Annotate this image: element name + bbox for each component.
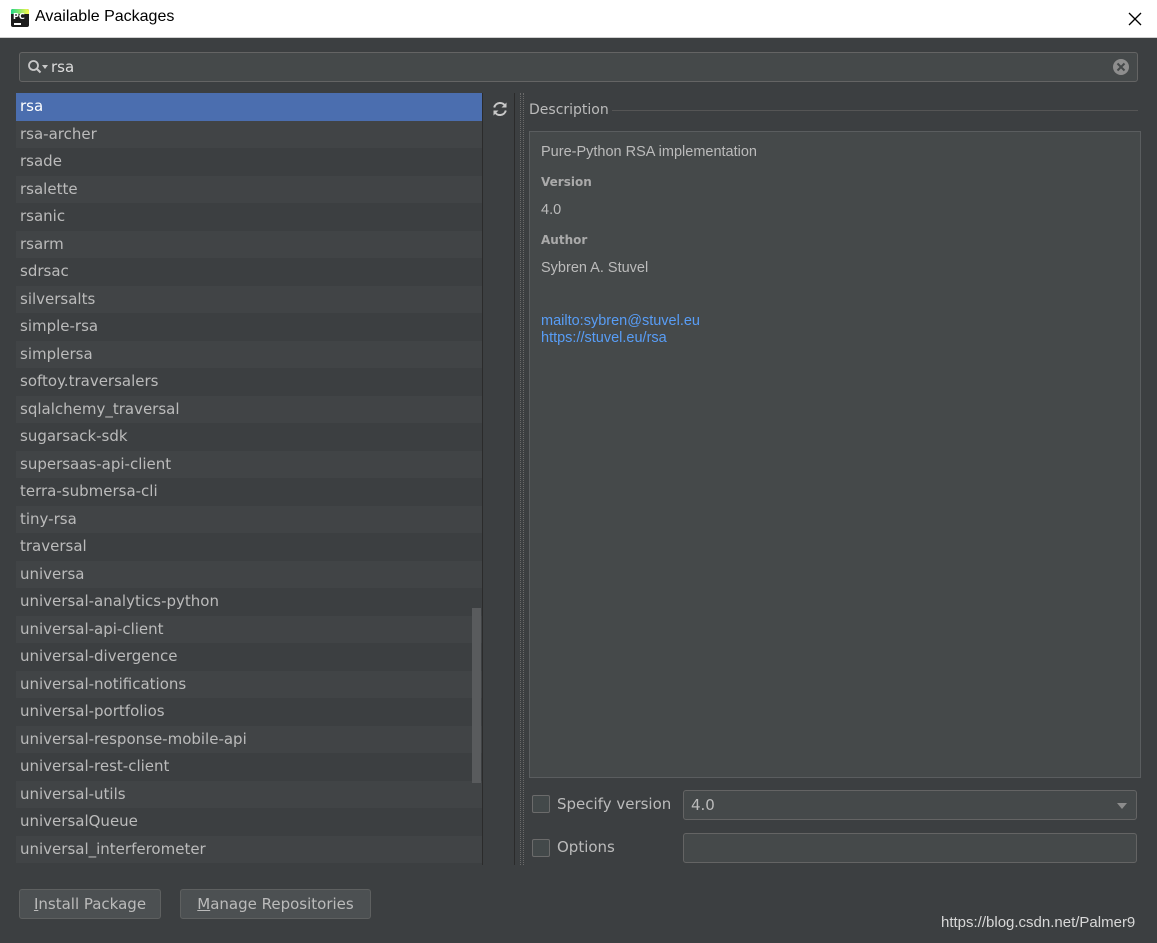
specify-version-label: Specify version (557, 795, 672, 813)
package-list-item[interactable]: softoy.traversalers (16, 368, 482, 396)
package-list-item[interactable]: supersaas-api-client (16, 450, 482, 478)
package-list-item[interactable]: sqlalchemy_traversal (16, 395, 482, 423)
watermark: https://blog.csdn.net/Palmer9 (941, 914, 1136, 931)
author-heading: Author (541, 233, 588, 247)
package-version: 4.0 (541, 202, 562, 218)
package-list-item[interactable]: rsa-archer (16, 120, 482, 148)
package-list-item[interactable]: universal-notifications (16, 670, 482, 698)
package-list-item[interactable]: universal-api-client (16, 615, 482, 643)
app-icon-text: PC (13, 12, 25, 21)
description-label: Description (529, 102, 609, 118)
package-list[interactable]: rsa rsa-archer rsade rsalette rsanic rsarm sdr… (16, 93, 483, 865)
package-list-item[interactable]: universal_interferometer (16, 835, 482, 863)
package-list-item[interactable]: universal-rest-client (16, 753, 482, 781)
list-toolbar (484, 93, 515, 865)
install-label: nstall Package (38, 895, 147, 913)
package-list-item[interactable]: universal-response-mobile-api (16, 725, 482, 753)
version-heading: Version (541, 175, 592, 189)
package-list-item[interactable]: universal-divergence (16, 643, 482, 671)
version-select-value: 4.0 (691, 796, 715, 814)
clear-search-icon[interactable] (1112, 58, 1130, 76)
package-author: Sybren A. Stuvel (541, 260, 649, 276)
options-label: Options (557, 838, 615, 856)
version-select[interactable]: 4.0 (683, 790, 1137, 820)
panel-splitter[interactable] (520, 93, 524, 865)
options-input[interactable] (683, 833, 1137, 863)
package-list-item[interactable]: universal-portfolios (16, 698, 482, 726)
chevron-down-icon (1117, 803, 1127, 809)
email-link[interactable]: mailto:sybren@stuvel.eu (541, 313, 700, 329)
window-title: Available Packages (35, 8, 175, 25)
search-icon[interactable] (27, 59, 49, 75)
package-list-item[interactable]: silversalts (16, 285, 482, 313)
homepage-link[interactable]: https://stuvel.eu/rsa (541, 330, 667, 346)
package-list-item[interactable]: terra-submersa-cli (16, 478, 482, 506)
package-list-item[interactable]: rsade (16, 148, 482, 176)
close-icon (1128, 12, 1142, 26)
package-list-item[interactable]: rsalette (16, 175, 482, 203)
package-list-item[interactable]: simplersa (16, 340, 482, 368)
manage-label: anage Repositories (210, 895, 354, 913)
package-list-item[interactable]: universal-analytics-python (16, 588, 482, 616)
package-list-item[interactable]: rsarm (16, 230, 482, 258)
package-list-scrollbar[interactable] (472, 608, 481, 783)
package-list-item[interactable]: tiny-rsa (16, 505, 482, 533)
manage-mnemonic: M (197, 895, 211, 913)
pycharm-app-icon: PC (11, 9, 29, 27)
package-list-item[interactable]: universalQueue (16, 808, 482, 836)
package-list-item[interactable]: rsa (16, 93, 482, 121)
package-list-item[interactable]: rsanic (16, 203, 482, 231)
description-separator (612, 110, 1138, 111)
refresh-icon[interactable] (491, 100, 509, 118)
title-bar: PC Available Packages (0, 0, 1157, 38)
package-list-item[interactable]: sdrsac (16, 258, 482, 286)
search-input[interactable] (51, 58, 1111, 76)
close-button[interactable] (1113, 0, 1157, 38)
search-box (19, 52, 1138, 82)
package-list-item[interactable]: simple-rsa (16, 313, 482, 341)
description-panel: Pure-Python RSA implementation Version 4… (529, 131, 1141, 778)
package-list-item[interactable]: sugarsack-sdk (16, 423, 482, 451)
package-list-item[interactable]: traversal (16, 533, 482, 561)
package-list-item[interactable]: universal-utils (16, 780, 482, 808)
options-checkbox[interactable] (532, 839, 550, 857)
package-list-item[interactable]: universa (16, 560, 482, 588)
manage-repositories-button[interactable]: Manage Repositories (180, 889, 371, 919)
install-package-button[interactable]: Install Package (19, 889, 161, 919)
specify-version-checkbox[interactable] (532, 795, 550, 813)
package-summary: Pure-Python RSA implementation (541, 144, 757, 160)
